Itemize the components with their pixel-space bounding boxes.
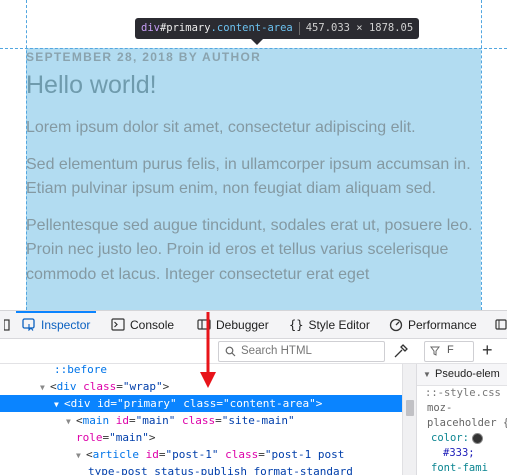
- filter-styles-box[interactable]: F: [424, 341, 474, 362]
- markup-attr-name: role: [76, 431, 103, 444]
- tab-performance-label: Performance: [408, 317, 477, 332]
- markup-attr-name: class: [83, 380, 117, 393]
- eyedropper-icon[interactable]: [393, 343, 409, 359]
- rule-selector[interactable]: moz-: [417, 401, 507, 416]
- pseudo-element-label: ::before: [54, 364, 107, 376]
- markup-scrollbar[interactable]: [402, 364, 417, 475]
- markup-node-main-cont[interactable]: role="main">: [0, 429, 402, 446]
- markup-attr-name: id: [97, 397, 111, 410]
- expand-triangle-icon[interactable]: ▼: [54, 396, 64, 413]
- markup-node-primary[interactable]: ▼ <div id="primary" class="content-area">: [0, 395, 402, 412]
- pseudo-elements-label: Pseudo-elem: [435, 368, 500, 380]
- tooltip-id: #primary: [159, 22, 211, 34]
- markup-attr-name: id: [115, 414, 129, 427]
- inspector-icon: [22, 318, 35, 331]
- markup-tag: div: [56, 380, 77, 393]
- markup-attr-value[interactable]: "main": [136, 414, 176, 427]
- markup-attr-value[interactable]: "post-1": [165, 448, 218, 461]
- red-arrow-annotation: [200, 312, 216, 388]
- tab-console[interactable]: Console: [111, 311, 174, 338]
- property-name[interactable]: color:: [431, 432, 469, 444]
- console-icon: [111, 318, 125, 331]
- scrollbar-thumb[interactable]: [406, 400, 414, 416]
- tab-inspector[interactable]: Inspector: [15, 311, 97, 338]
- markup-tag: article: [92, 448, 139, 461]
- tab-inspector-label: Inspector: [41, 317, 91, 332]
- guide-line-top: [0, 48, 507, 49]
- expand-triangle-icon[interactable]: ▼: [76, 447, 86, 464]
- tooltip-tag: div: [141, 22, 160, 34]
- search-html-box[interactable]: [218, 341, 385, 362]
- markup-attr-value[interactable]: "main": [109, 431, 149, 444]
- markup-attr-value[interactable]: "wrap": [123, 380, 163, 393]
- markup-tag: div: [70, 397, 91, 410]
- search-icon: [225, 346, 236, 357]
- tooltip-separator: [298, 21, 300, 35]
- tooltip-class: .content-area: [210, 22, 293, 34]
- markup-node-article-cont[interactable]: type-post status-publish format-standard: [0, 463, 402, 475]
- markup-tag: main: [82, 414, 110, 427]
- markup-attr-value[interactable]: "content-area": [223, 397, 316, 410]
- markup-attr-value[interactable]: "post-1 post: [265, 448, 344, 461]
- devtools-panel: Inspector Console Debugger {} Style Edit…: [0, 310, 507, 475]
- color-swatch-icon[interactable]: [471, 432, 483, 444]
- post-content: SEPTEMBER 28, 2018 BY AUTHOR Hello world…: [26, 50, 481, 287]
- markup-attr-name: class: [225, 448, 259, 461]
- tab-style-editor[interactable]: {} Style Editor: [289, 311, 370, 338]
- property-name[interactable]: font-fami: [431, 462, 488, 474]
- markup-node-article[interactable]: ▼ <article id="post-1" class="post-1 post: [0, 446, 402, 463]
- filter-icon: [430, 346, 440, 356]
- tab-debugger-label: Debugger: [216, 317, 269, 332]
- devtools-tabbar: Inspector Console Debugger {} Style Edit…: [0, 311, 507, 339]
- page-preview: SEPTEMBER 28, 2018 BY AUTHOR Hello world…: [0, 0, 507, 310]
- rule-declaration-font[interactable]: font-fami: [417, 461, 507, 475]
- markup-attr-name: class: [182, 414, 216, 427]
- rule-declaration-color-value[interactable]: #333;: [417, 446, 507, 461]
- rule-declaration-color[interactable]: color:: [417, 431, 507, 446]
- rules-view: ▼ Pseudo-elem ::-style.css moz- placehold…: [416, 364, 507, 475]
- post-title[interactable]: Hello world!: [26, 70, 481, 100]
- post-paragraph: Sed elementum purus felis, in ullamcorpe…: [26, 155, 471, 198]
- markup-attr-value[interactable]: "primary": [117, 397, 177, 410]
- add-rule-button[interactable]: +: [482, 339, 493, 361]
- more-tools-icon[interactable]: [495, 311, 507, 338]
- markup-attr-value[interactable]: "site-main": [222, 414, 295, 427]
- tooltip-arrow: [251, 39, 263, 45]
- markup-attr-name: id: [145, 448, 159, 461]
- tab-console-label: Console: [130, 317, 175, 332]
- pseudo-elements-header[interactable]: ▼ Pseudo-elem: [417, 364, 507, 386]
- element-info-tooltip: div#primary.content-area 457.033 × 1878.0…: [135, 18, 420, 39]
- tab-style-editor-label: Style Editor: [308, 317, 370, 332]
- markup-node-main[interactable]: ▼ <main id="main" class="site-main": [0, 412, 402, 429]
- post-paragraph: Pellentesque sed augue tincidunt, sodale…: [26, 216, 473, 283]
- search-html-input[interactable]: [241, 343, 381, 359]
- guide-line-right: [481, 0, 482, 310]
- style-editor-icon: {}: [289, 317, 304, 332]
- dock-icon[interactable]: [4, 311, 15, 338]
- expand-triangle-icon[interactable]: ▼: [66, 413, 76, 430]
- filter-styles-placeholder: F: [447, 344, 454, 356]
- property-value[interactable]: #333;: [443, 447, 475, 459]
- performance-icon: [389, 318, 403, 331]
- expand-triangle-icon[interactable]: ▼: [40, 379, 50, 396]
- rules-toolbar: F +: [416, 339, 507, 363]
- post-paragraph: Lorem ipsum dolor sit amet, consectetur …: [26, 119, 416, 136]
- rule-source-link[interactable]: ::-style.css: [417, 386, 507, 401]
- expand-triangle-icon[interactable]: ▼: [423, 364, 433, 385]
- rule-selector-cont[interactable]: placeholder {: [417, 416, 507, 431]
- tab-performance[interactable]: Performance: [389, 311, 477, 338]
- tooltip-dimensions: 457.033 × 1878.05: [305, 22, 414, 34]
- post-meta: SEPTEMBER 28, 2018 BY AUTHOR: [26, 50, 262, 64]
- markup-attr-name: class: [183, 397, 217, 410]
